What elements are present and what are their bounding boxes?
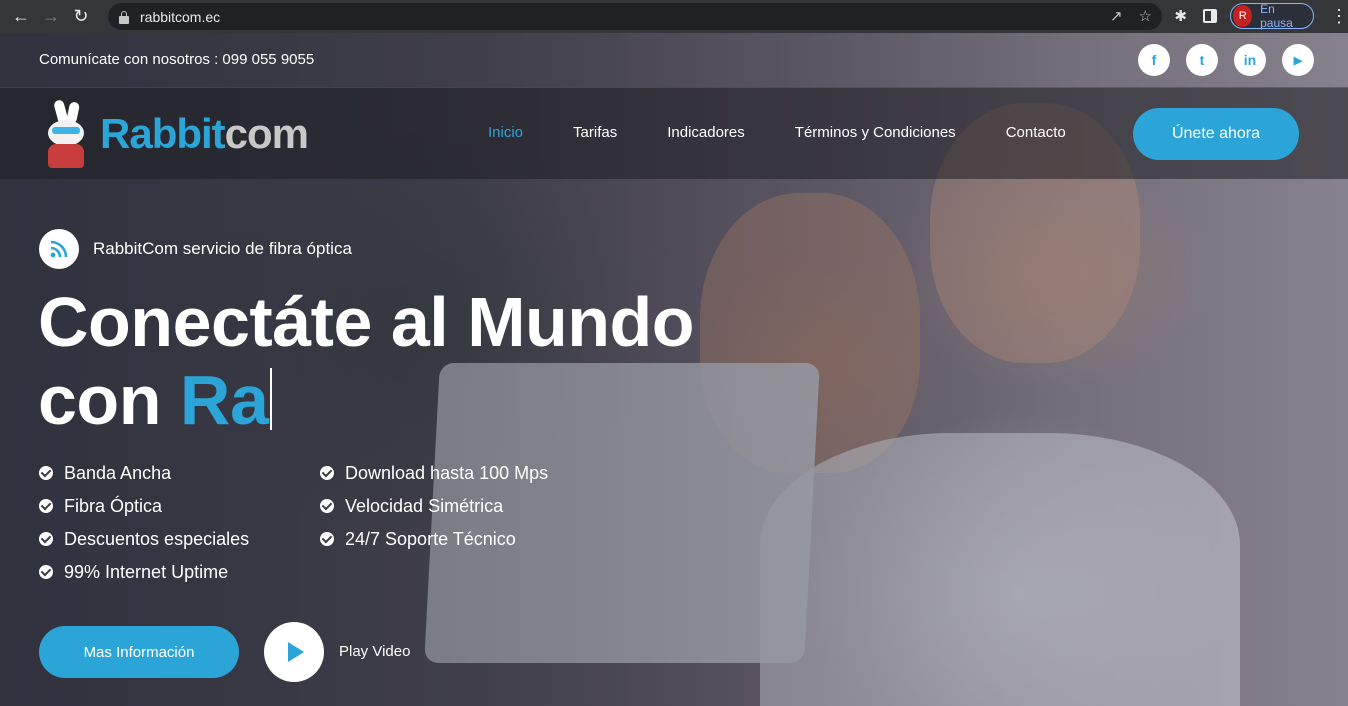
- facebook-icon[interactable]: f: [1138, 44, 1170, 76]
- features-left: Banda Ancha Fibra Óptica Descuentos espe…: [39, 463, 249, 582]
- check-circle-icon: [320, 466, 334, 480]
- profile-status: En pausa: [1260, 2, 1293, 30]
- nav-menu: Inicio Tarifas Indicadores Términos y Co…: [488, 124, 1066, 141]
- check-circle-icon: [39, 499, 53, 513]
- headline-accent: Ra: [179, 361, 269, 439]
- nav-item-contacto[interactable]: Contacto: [1006, 124, 1066, 141]
- more-info-button[interactable]: Mas Información: [39, 626, 239, 678]
- headline-line-1: Conectáte al Mundo: [38, 283, 695, 361]
- feature-item: Download hasta 100 Mps: [320, 463, 548, 483]
- nav-item-terminos[interactable]: Términos y Condiciones: [795, 124, 956, 141]
- profile-button[interactable]: R En pausa: [1230, 2, 1315, 30]
- play-icon: [288, 642, 304, 662]
- logo-text: Rabbitcom: [100, 110, 309, 157]
- back-icon[interactable]: ←: [6, 2, 36, 32]
- hero-headline: Conectáte al Mundo con Ra: [38, 283, 695, 439]
- side-panel-icon[interactable]: [1201, 6, 1218, 26]
- youtube-icon[interactable]: ▶: [1282, 44, 1314, 76]
- play-video-label[interactable]: Play Video: [339, 643, 410, 660]
- webpage: Comunícate con nosotros : 099 055 9055 f…: [0, 33, 1348, 706]
- check-circle-icon: [39, 466, 53, 480]
- wifi-rss-icon: [39, 229, 79, 269]
- tagline-text: RabbitCom servicio de fibra óptica: [93, 239, 352, 258]
- nav-item-indicadores[interactable]: Indicadores: [667, 124, 745, 141]
- site-logo[interactable]: Rabbitcom: [38, 99, 309, 168]
- social-links: f t in ▶: [1138, 44, 1314, 76]
- join-now-button[interactable]: Únete ahora: [1133, 108, 1299, 160]
- linkedin-icon[interactable]: in: [1234, 44, 1266, 76]
- lock-icon[interactable]: [118, 10, 130, 24]
- feature-item: 99% Internet Uptime: [39, 562, 249, 582]
- rabbit-mascot-icon: [38, 99, 96, 168]
- contact-phone: Comunícate con nosotros : 099 055 9055: [39, 51, 315, 68]
- check-circle-icon: [39, 565, 53, 579]
- reload-icon[interactable]: ↻: [66, 2, 96, 32]
- feature-item: Descuentos especiales: [39, 529, 249, 549]
- hero-tagline: RabbitCom servicio de fibra óptica: [39, 229, 352, 269]
- headline-line-2: con Ra: [38, 361, 694, 439]
- play-video-button[interactable]: [264, 622, 324, 682]
- share-icon[interactable]: ↗: [1110, 7, 1123, 25]
- feature-item: 24/7 Soporte Técnico: [320, 529, 548, 549]
- feature-item: Banda Ancha: [39, 463, 249, 483]
- browser-toolbar: ← → ↻ rabbitcom.ec ↗ ☆ ✱ R En pausa ⋮: [0, 0, 1348, 33]
- feature-item: Fibra Óptica: [39, 496, 249, 516]
- avatar: R: [1233, 5, 1253, 27]
- address-bar[interactable]: rabbitcom.ec ↗ ☆: [108, 3, 1162, 30]
- forward-icon[interactable]: →: [36, 2, 66, 32]
- feature-item: Velocidad Simétrica: [320, 496, 548, 516]
- more-menu-icon[interactable]: ⋮: [1330, 6, 1348, 27]
- nav-item-inicio[interactable]: Inicio: [488, 124, 523, 141]
- features-right: Download hasta 100 Mps Velocidad Simétri…: [320, 463, 548, 549]
- top-bar: Comunícate con nosotros : 099 055 9055 f…: [0, 33, 1348, 87]
- typing-cursor: [270, 368, 273, 430]
- url-text[interactable]: rabbitcom.ec: [140, 9, 220, 25]
- nav-item-tarifas[interactable]: Tarifas: [573, 124, 617, 141]
- twitter-icon[interactable]: t: [1186, 44, 1218, 76]
- check-circle-icon: [320, 499, 334, 513]
- bookmark-star-icon[interactable]: ☆: [1139, 7, 1152, 25]
- check-circle-icon: [39, 532, 53, 546]
- extensions-puzzle-icon[interactable]: ✱: [1172, 6, 1189, 26]
- check-circle-icon: [320, 532, 334, 546]
- main-navbar: Rabbitcom Inicio Tarifas Indicadores Tér…: [0, 87, 1348, 179]
